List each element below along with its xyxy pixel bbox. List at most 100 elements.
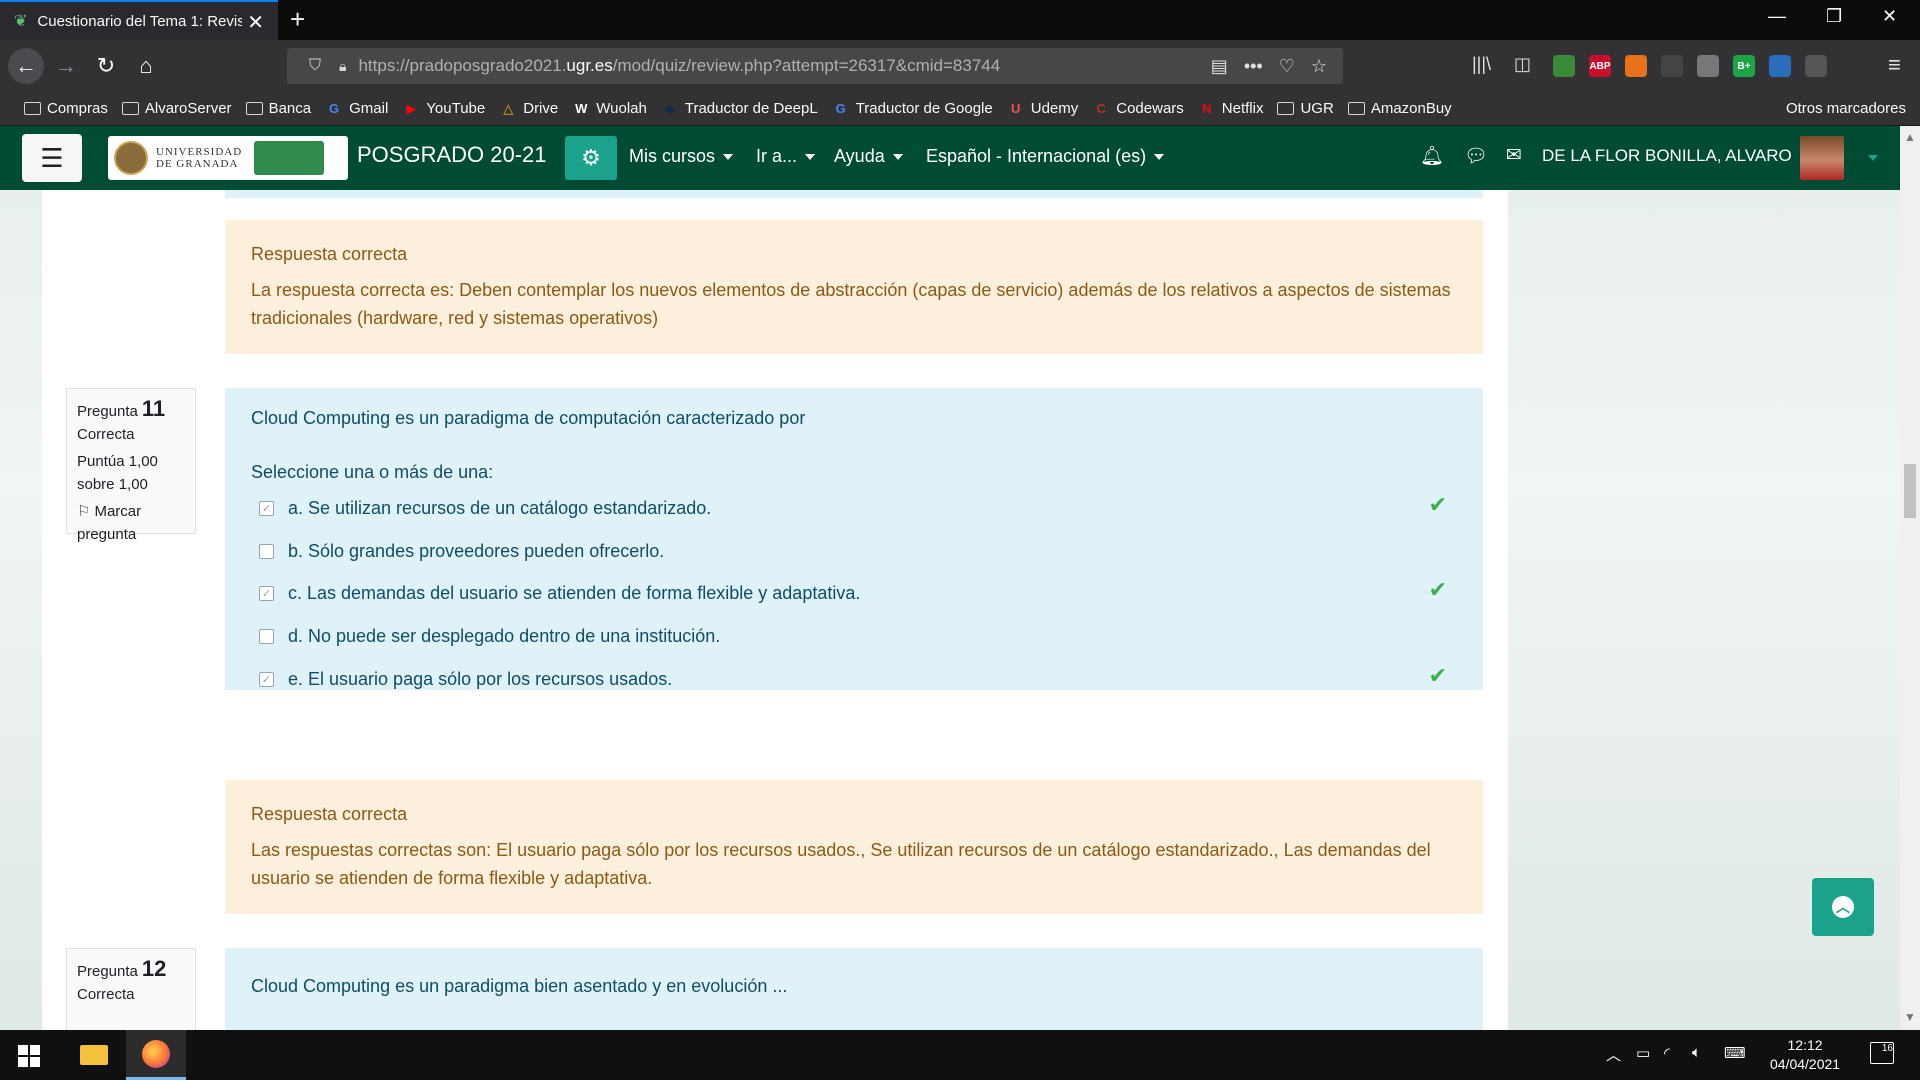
reload-icon[interactable]: ↻	[88, 48, 124, 84]
question-11-formulation: Cloud Computing es un paradigma de compu…	[225, 388, 1483, 690]
answer-option[interactable]: b. Sólo grandes proveedores pueden ofrec…	[259, 541, 664, 562]
avatar[interactable]	[1800, 136, 1844, 180]
answer-label: e. El usuario paga sólo por los recursos…	[288, 669, 673, 689]
tray-chevron-up-icon[interactable]: ︿	[1606, 1044, 1621, 1065]
bookmark-item[interactable]: △ Drive	[499, 100, 558, 117]
minimize-window-icon[interactable]: —	[1768, 6, 1786, 27]
sidebar-toggle-icon[interactable]: ◫	[1514, 54, 1531, 75]
drawer-toggle-button[interactable]: ☰	[22, 134, 82, 182]
close-tab-icon[interactable]: ✕	[247, 10, 264, 35]
back-to-top-button[interactable]: ︿	[1812, 878, 1874, 936]
answer-option[interactable]: ✓ c. Las demandas del usuario se atienden…	[259, 583, 860, 604]
browser-extension-icon[interactable]	[1661, 55, 1683, 77]
logo-line2: DE GRANADA	[156, 158, 239, 170]
answer-checkbox[interactable]	[259, 629, 274, 644]
forward-arrow-icon[interactable]: →	[48, 48, 84, 84]
bookmark-item[interactable]: UGR	[1277, 100, 1334, 117]
scroll-up-arrow-icon[interactable]: ▲	[1904, 130, 1916, 144]
messages-chat-icon[interactable]: 💬︎	[1464, 144, 1488, 168]
bookmark-item[interactable]: G Traductor de Google	[832, 100, 993, 117]
menu-mis-cursos[interactable]: Mis cursos	[629, 146, 734, 167]
hamburger-menu-icon[interactable]: ≡	[1888, 52, 1901, 78]
bookmark-item[interactable]: AlvaroServer	[121, 100, 232, 117]
other-bookmarks[interactable]: Otros marcadores	[1786, 100, 1906, 117]
menu-idioma[interactable]: Español - Internacional (es)	[926, 146, 1165, 167]
wuolah-icon: W	[575, 100, 588, 116]
question-text: Cloud Computing es un paradigma bien ase…	[251, 976, 788, 996]
flag-label-line1: Marcar	[94, 503, 142, 520]
wifi-icon[interactable]: ◜	[1664, 1044, 1670, 1062]
user-menu-caret-icon[interactable]	[1868, 155, 1878, 161]
answer-option[interactable]: ✓ e. El usuario paga sólo por los recurso…	[259, 669, 672, 690]
notification-center-icon[interactable]: 16	[1870, 1042, 1894, 1064]
bookmark-label: UGR	[1300, 100, 1334, 117]
site-title[interactable]: POSGRADO 20-21	[357, 142, 547, 168]
tracking-shield-icon[interactable]: ⛉	[309, 57, 321, 75]
feedback-text: La respuesta correcta es: Deben contempl…	[251, 280, 1451, 328]
windows-start-icon[interactable]	[18, 1045, 40, 1067]
browser-extension-icon[interactable]	[1805, 55, 1827, 77]
bookmark-item[interactable]: Banca	[245, 100, 311, 117]
ugr-logo[interactable]: UNIVERSIDAD DE GRANADA	[108, 136, 348, 180]
lock-icon[interactable]: 🔒︎	[339, 58, 346, 75]
browser-tab-active[interactable]: ❦ Cuestionario del Tema 1: Revisión ✕	[0, 0, 278, 40]
browser-extension-icon[interactable]	[1769, 55, 1791, 77]
address-bar[interactable]: ⛉ 🔒︎ https://pradoposgrado2021. ugr.es/mo…	[287, 48, 1343, 84]
bookmark-item[interactable]: AmazonBuy	[1347, 100, 1452, 117]
bookmark-label: Compras	[47, 100, 108, 117]
browser-extension-icon[interactable]	[1553, 55, 1575, 77]
answer-checkbox[interactable]: ✓	[259, 672, 274, 687]
bookmark-item[interactable]: U Udemy	[1007, 100, 1078, 117]
browser-extension-icon[interactable]	[1625, 55, 1647, 77]
bookmark-item[interactable]: ◆ Traductor de DeepL	[661, 100, 818, 117]
ugr-seal-icon	[114, 141, 148, 175]
mail-envelope-icon[interactable]: ✉	[1506, 144, 1522, 167]
browser-extension-icon[interactable]: B+	[1733, 55, 1755, 77]
scrollbar-thumb[interactable]	[1904, 464, 1916, 518]
user-name[interactable]: DE LA FLOR BONILLA, ALVARO	[1542, 146, 1792, 166]
menu-ayuda[interactable]: Ayuda	[834, 146, 903, 167]
answer-checkbox[interactable]: ✓	[259, 501, 274, 516]
browser-extension-icon[interactable]	[1697, 55, 1719, 77]
bookmark-label: Gmail	[349, 100, 389, 117]
answer-checkbox[interactable]: ✓	[259, 586, 274, 601]
firefox-taskbar-button[interactable]	[126, 1030, 186, 1080]
pocket-icon[interactable]: ♡	[1279, 56, 1295, 77]
page-actions-icon[interactable]: •••	[1244, 56, 1263, 77]
bookmark-item[interactable]: N Netflix	[1198, 100, 1263, 117]
file-explorer-taskbar-button[interactable]	[64, 1030, 124, 1080]
scroll-down-arrow-icon[interactable]: ▼	[1904, 1010, 1916, 1024]
answer-option[interactable]: ✓ a. Se utilizan recursos de un catálogo …	[259, 498, 711, 519]
keyboard-icon[interactable]: ⌨	[1724, 1044, 1746, 1062]
flag-icon: ⚐	[77, 503, 91, 520]
codewars-icon: C	[1096, 100, 1106, 116]
reader-view-icon[interactable]: ▤	[1211, 56, 1228, 77]
bookmark-item[interactable]: C Codewars	[1092, 100, 1184, 117]
volume-icon[interactable]: 🔈︎	[1692, 1044, 1701, 1061]
back-arrow-icon[interactable]: ←	[8, 48, 44, 84]
notifications-bell-icon[interactable]: 🔔︎	[1420, 144, 1444, 168]
bookmark-star-icon[interactable]: ☆	[1311, 56, 1327, 77]
answer-option[interactable]: d. No puede ser desplegado dentro de una…	[259, 626, 720, 647]
bookmark-item[interactable]: W Wuolah	[572, 100, 647, 117]
menu-ir-a[interactable]: Ir a...	[756, 146, 816, 167]
netflix-icon: N	[1202, 100, 1212, 116]
battery-icon[interactable]: ▭	[1636, 1044, 1650, 1062]
question-number: 12	[141, 956, 167, 981]
page-scrollbar[interactable]: ▲ ▼	[1900, 126, 1920, 1030]
bookmark-item[interactable]: G Gmail	[325, 100, 388, 117]
flag-question-link[interactable]: ⚐ Marcar	[77, 500, 185, 523]
restore-window-icon[interactable]: ❐	[1826, 6, 1842, 27]
answer-checkbox[interactable]	[259, 544, 274, 559]
bookmark-item[interactable]: ▶ YouTube	[402, 100, 485, 117]
home-icon[interactable]: ⌂	[128, 48, 164, 84]
taskbar-clock[interactable]: 12:12 04/04/2021	[1770, 1036, 1840, 1074]
question-text: Cloud Computing es un paradigma de compu…	[251, 408, 806, 428]
browser-extension-icon[interactable]: ABP	[1589, 55, 1611, 77]
settings-gear-button[interactable]: ⚙	[565, 136, 617, 180]
new-tab-button[interactable]: +	[290, 4, 305, 35]
bookmark-label: Wuolah	[596, 100, 647, 117]
bookmark-item[interactable]: Compras	[24, 100, 108, 117]
library-icon[interactable]: |||\	[1472, 54, 1491, 75]
close-window-icon[interactable]: ✕	[1882, 6, 1897, 27]
